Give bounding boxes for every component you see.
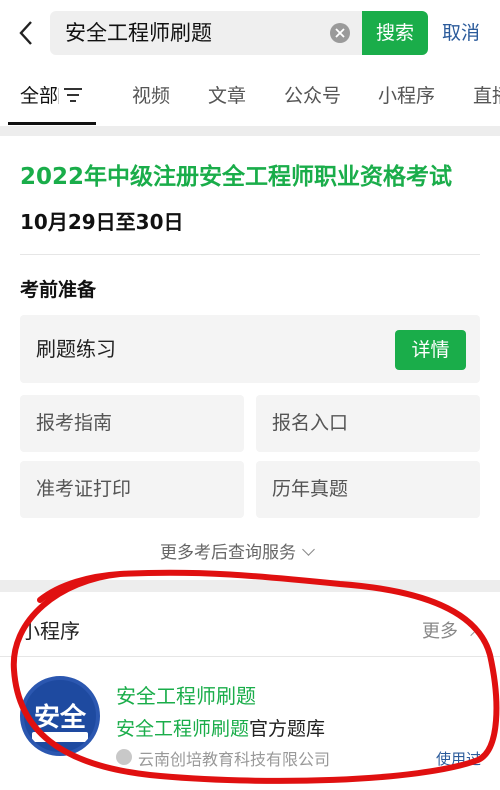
section-gap bbox=[0, 126, 500, 136]
app-description-highlight: 安全工程师刷题 bbox=[116, 718, 250, 740]
tab-video[interactable]: 视频 bbox=[132, 70, 170, 122]
app-name[interactable]: 安全工程师刷题 bbox=[116, 680, 256, 709]
cancel-button[interactable]: 取消 bbox=[442, 11, 480, 55]
chevron-down-icon bbox=[302, 543, 315, 556]
clear-icon[interactable] bbox=[330, 23, 350, 43]
more-services-link[interactable]: 更多考后查询服务 bbox=[160, 538, 315, 563]
tab-all[interactable]: 全部 bbox=[20, 70, 58, 122]
search-value[interactable]: 安全工程师刷题 bbox=[65, 11, 212, 55]
tile-exam-guide[interactable]: 报考指南 bbox=[20, 395, 244, 452]
app-logo[interactable]: 安全 bbox=[20, 676, 100, 756]
company-name: 云南创培教育科技有限公司 bbox=[138, 750, 331, 769]
divider bbox=[0, 656, 500, 657]
filter-icon[interactable] bbox=[62, 86, 88, 106]
exam-date: 10月29日至30日 bbox=[20, 210, 184, 234]
divider bbox=[20, 254, 480, 255]
used-label[interactable]: 使用过 bbox=[436, 748, 481, 769]
tile-registration[interactable]: 报名入口 bbox=[256, 395, 480, 452]
tab-mini-program[interactable]: 小程序 bbox=[378, 70, 435, 122]
section-label: 考前准备 bbox=[20, 279, 97, 301]
logo-ribbon bbox=[32, 732, 88, 742]
practice-label: 刷题练习 bbox=[36, 337, 116, 361]
chevron-right-icon[interactable] bbox=[463, 621, 479, 637]
divider bbox=[58, 88, 59, 104]
tile-label: 历年真题 bbox=[272, 478, 349, 500]
details-button[interactable]: 详情 bbox=[395, 330, 466, 370]
search-bar: 安全工程师刷题 搜索 取消 bbox=[0, 0, 500, 70]
search-button[interactable]: 搜索 bbox=[362, 11, 428, 55]
verified-icon bbox=[116, 749, 132, 765]
tile-label: 准考证打印 bbox=[36, 478, 132, 500]
app-description: 安全工程师刷题官方题库 bbox=[116, 714, 325, 741]
section-gap bbox=[0, 580, 500, 592]
tab-article[interactable]: 文章 bbox=[208, 70, 246, 122]
mini-program-header: 小程序 bbox=[20, 619, 80, 643]
more-services-label: 更多考后查询服务 bbox=[160, 543, 296, 563]
search-input[interactable]: 安全工程师刷题 bbox=[50, 11, 362, 55]
tile-label: 报考指南 bbox=[36, 412, 113, 434]
logo-text: 安全 bbox=[33, 703, 86, 733]
exam-title[interactable]: 2022年中级注册安全工程师职业资格考试 bbox=[20, 157, 452, 191]
back-icon[interactable] bbox=[12, 18, 40, 48]
tab-active-indicator bbox=[8, 122, 96, 125]
app-description-rest: 官方题库 bbox=[249, 718, 326, 740]
tile-past-papers[interactable]: 历年真题 bbox=[256, 461, 480, 518]
tab-bar: 全部 视频 文章 公众号 小程序 直播 bbox=[0, 70, 500, 126]
tile-admission-ticket[interactable]: 准考证打印 bbox=[20, 461, 244, 518]
tab-live[interactable]: 直播 bbox=[473, 70, 500, 122]
tile-label: 报名入口 bbox=[272, 412, 349, 434]
more-link[interactable]: 更多 bbox=[422, 617, 458, 643]
tab-official-account[interactable]: 公众号 bbox=[284, 70, 341, 122]
